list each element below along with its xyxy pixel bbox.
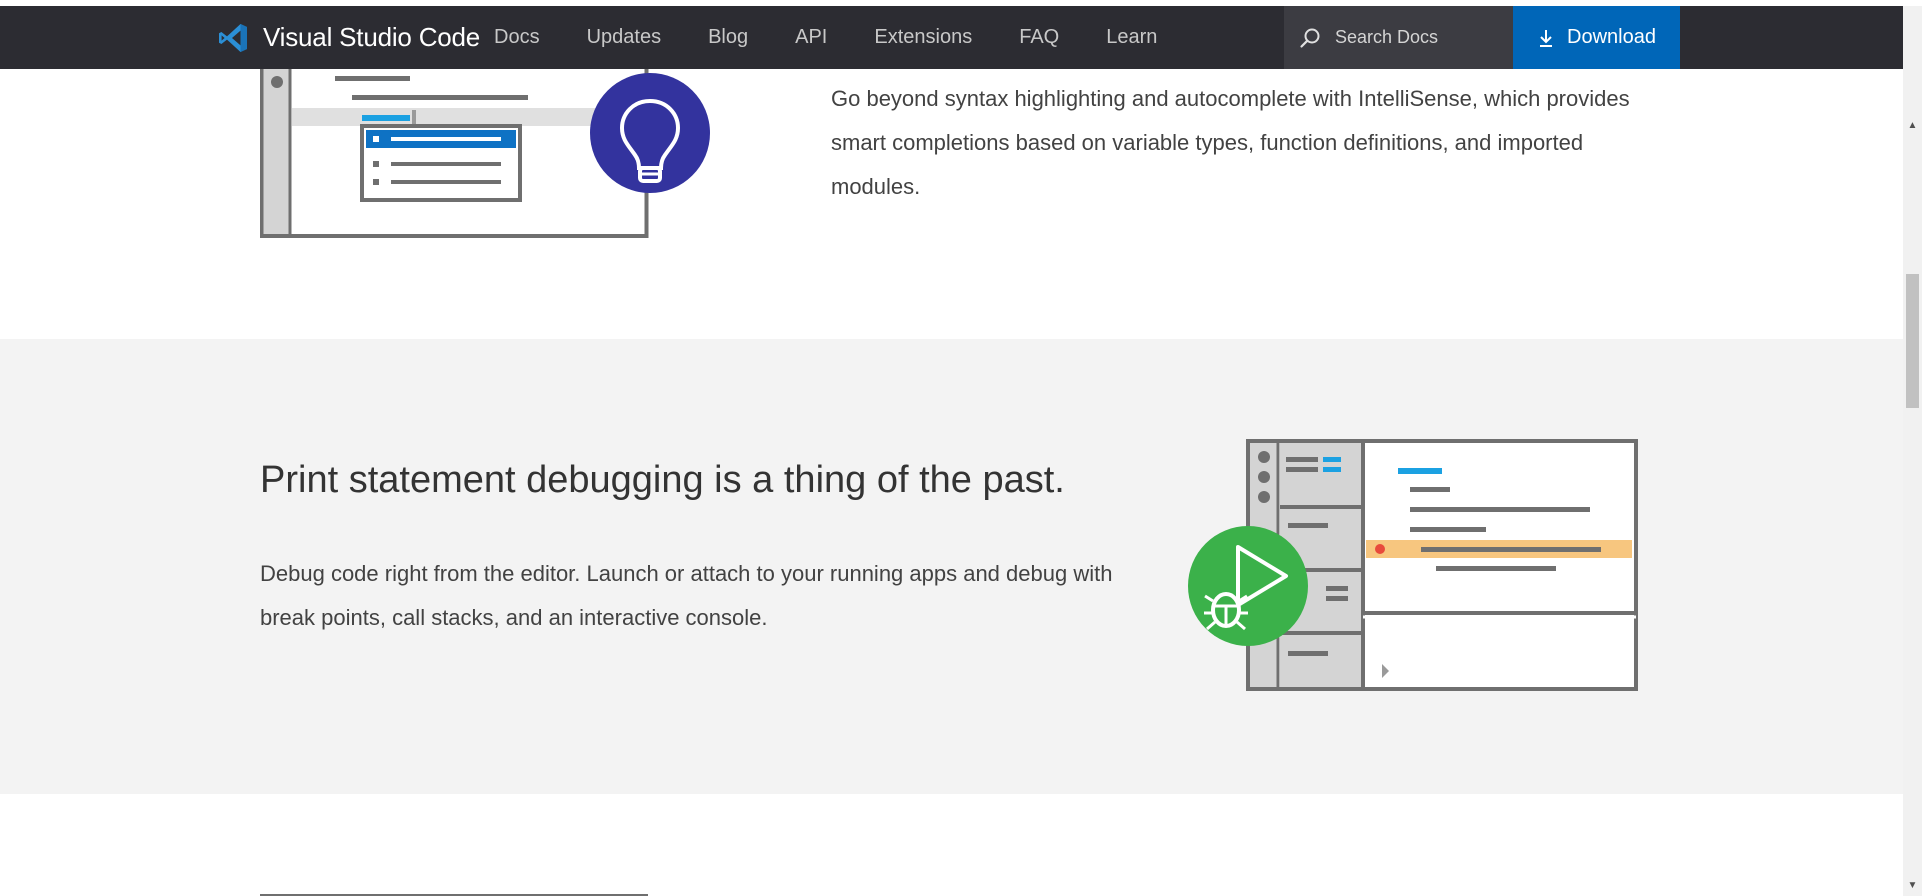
debugging-illustration [1188, 439, 1638, 691]
nav-link-extensions[interactable]: Extensions [874, 26, 972, 49]
lightbulb-icon [590, 73, 710, 193]
brand-name: Visual Studio Code [263, 22, 481, 52]
brand-link[interactable]: Visual Studio Code [217, 6, 480, 69]
intellisense-illustration [260, 69, 710, 238]
page-scrollbar[interactable]: ▲ ▼ [1903, 6, 1922, 896]
search-icon [1300, 28, 1320, 48]
download-label: Download [1567, 26, 1656, 48]
nav-link-docs[interactable]: Docs [494, 26, 540, 49]
bug-play-icon [1188, 526, 1308, 646]
scrollbar-thumb[interactable] [1906, 274, 1919, 408]
nav-link-learn[interactable]: Learn [1106, 26, 1157, 49]
debugging-description: Debug code right from the editor. Launch… [260, 561, 1113, 630]
download-icon [1540, 29, 1553, 47]
debugging-section: Print statement debugging is a thing of … [0, 339, 1903, 794]
top-navigation: Visual Studio Code Docs Updates Blog API… [0, 6, 1903, 69]
nav-link-faq[interactable]: FAQ [1019, 26, 1059, 49]
intellisense-section: Go beyond syntax highlighting and autoco… [0, 69, 1903, 339]
nav-link-updates[interactable]: Updates [587, 26, 662, 49]
nav-links: Docs Updates Blog API Extensions FAQ Lea… [494, 6, 1204, 69]
debugging-title: Print statement debugging is a thing of … [260, 459, 1065, 501]
scroll-up-arrow-icon[interactable]: ▲ [1903, 118, 1922, 134]
download-button[interactable]: Download [1513, 6, 1680, 69]
scroll-down-arrow-icon[interactable]: ▼ [1903, 878, 1922, 894]
search-input[interactable] [1335, 27, 1495, 48]
intellisense-description: Go beyond syntax highlighting and autoco… [831, 86, 1630, 199]
nav-link-api[interactable]: API [795, 26, 827, 49]
search-box[interactable] [1284, 6, 1513, 69]
vscode-logo-icon [219, 23, 247, 52]
nav-link-blog[interactable]: Blog [708, 26, 748, 49]
next-feature-section [0, 794, 1903, 896]
